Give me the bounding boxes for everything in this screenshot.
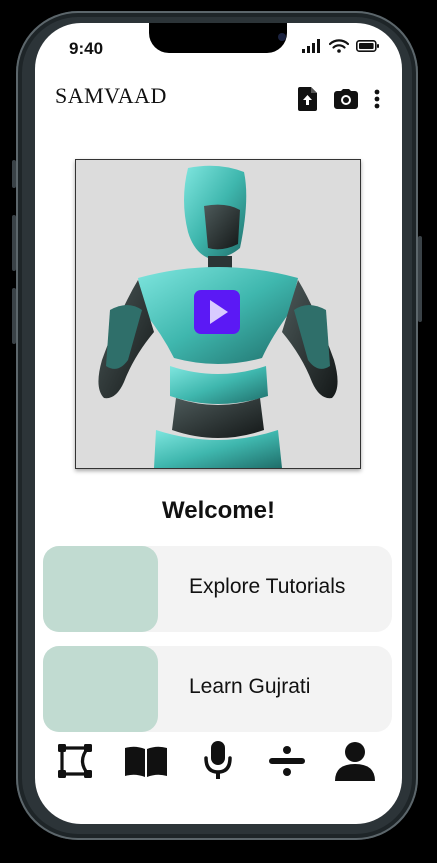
card-thumbnail (43, 646, 158, 732)
vector-path-icon (58, 744, 92, 778)
mute-switch (12, 160, 16, 188)
volume-down-button (12, 288, 16, 344)
nav-item-math[interactable] (265, 739, 309, 783)
play-icon (210, 300, 228, 324)
front-camera (278, 33, 286, 41)
nav-item-profile[interactable] (333, 739, 377, 783)
app-title: SAMVAAD (55, 83, 167, 108)
notch (149, 23, 287, 53)
top-actions (298, 87, 380, 111)
nav-item-voice[interactable] (196, 739, 240, 783)
person-icon (335, 742, 375, 781)
nav-item-learn[interactable] (124, 739, 168, 783)
welcome-heading: Welcome! (162, 497, 275, 524)
status-time: 9:40 (69, 39, 104, 58)
screen: 9:40 SAMVAAD Welcome! Explore Tutorials … (35, 23, 402, 824)
card-thumbnail (43, 546, 158, 632)
bottom-nav (35, 739, 402, 799)
divide-icon (269, 746, 305, 776)
play-button[interactable] (194, 290, 240, 334)
volume-up-button (12, 215, 16, 271)
book-icon (125, 746, 167, 777)
card-label: Learn Gujrati (189, 675, 311, 698)
nav-item-shapes[interactable] (53, 739, 97, 783)
card-label: Explore Tutorials (189, 575, 346, 598)
power-button (418, 236, 422, 322)
status-icons (302, 39, 380, 53)
upload-file-icon[interactable] (298, 87, 318, 111)
signal-icon (302, 39, 320, 53)
battery-icon (356, 40, 379, 52)
more-vert-icon[interactable] (374, 89, 380, 109)
camera-icon[interactable] (334, 89, 358, 109)
video-player[interactable] (75, 159, 361, 469)
microphone-icon (204, 741, 232, 779)
explore-tutorials-card[interactable]: Explore Tutorials (43, 546, 392, 632)
wifi-icon (329, 39, 349, 53)
learn-gujrati-card[interactable]: Learn Gujrati (43, 646, 392, 732)
